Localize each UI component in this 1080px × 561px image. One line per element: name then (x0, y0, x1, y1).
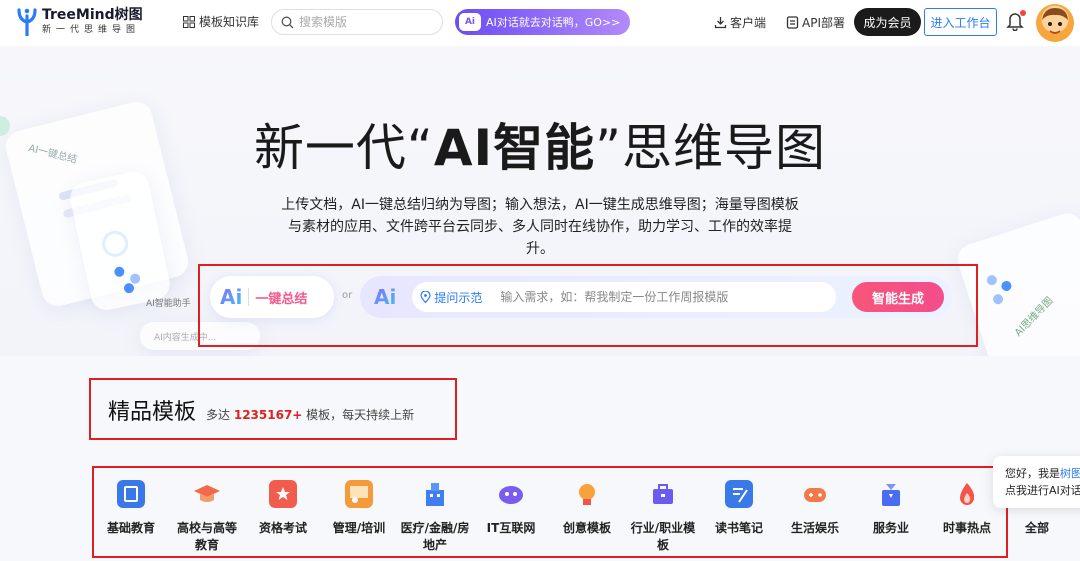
tree-logo-icon (17, 8, 37, 36)
hero-title: 新一代“AI智能”思维导图 (253, 119, 827, 177)
category-it-internet[interactable]: IT互联网 (474, 470, 548, 561)
premium-templates-title: 精品模板 (108, 400, 197, 425)
category-label: 读书笔记 (714, 521, 763, 535)
search-icon (281, 16, 294, 28)
premium-templates-heading: 精品模板 多达 1235167+ 模板，每天持续上新 (108, 394, 414, 426)
ai-chat-banner[interactable]: Ai AI对话就去对话鸭，GO>> (455, 9, 630, 35)
template-categories: 基础教育 高校与高等教育 资格考试 管理/培训 医疗/金融/房地产 IT互联网 (94, 470, 1074, 561)
briefcase-icon (649, 480, 677, 508)
category-management-training[interactable]: 管理/培训 (322, 470, 396, 561)
api-deploy-link[interactable]: API部署 (786, 14, 845, 31)
template-count: 1235167+ (233, 408, 303, 422)
top-header: TreeMind树图 新一代思维导图 模板知识库 Ai AI对话就去对话鸭，GO… (0, 0, 1080, 46)
gamepad-icon (801, 480, 829, 508)
client-download-label: 客户端 (730, 16, 767, 30)
ai-chat-banner-label: AI对话就去对话鸭，GO>> (486, 16, 621, 29)
become-member-button[interactable]: 成为会员 (854, 8, 921, 36)
category-lifestyle-entertainment[interactable]: 生活娱乐 (778, 470, 852, 561)
service-icon (877, 480, 905, 508)
avatar-face-icon (1042, 8, 1068, 34)
category-label: 行业/职业模板 (630, 521, 696, 552)
category-industry-career[interactable]: 行业/职业模板 (626, 470, 700, 561)
grid-icon (183, 15, 195, 28)
robot-icon (497, 480, 525, 508)
category-label: 创意模板 (562, 521, 611, 535)
nav-template-library[interactable]: 模板知识库 (183, 13, 259, 30)
category-label: 资格考试 (258, 521, 307, 535)
category-label: 高校与高等教育 (176, 521, 237, 552)
category-higher-education[interactable]: 高校与高等教育 (170, 470, 244, 561)
hero-description: 上传文档，AI一键总结归纳为导图；输入想法，AI一键生成思维导图；海量导图模板与… (281, 197, 799, 257)
category-label: 全部 (1024, 521, 1049, 535)
deco-assistant-label: AI智能助手 (146, 299, 191, 309)
ai-bot-icon: Ai (459, 13, 481, 31)
building-icon (421, 480, 449, 508)
category-creative-templates[interactable]: 创意模板 (550, 470, 624, 561)
lightbulb-icon (573, 480, 601, 508)
notification-dot (1020, 10, 1026, 16)
category-medical-finance-realestate[interactable]: 医疗/金融/房地产 (398, 470, 472, 561)
category-label: 服务业 (872, 521, 909, 535)
api-shield-icon (786, 16, 799, 29)
logo-slogan: 新一代思维导图 (42, 24, 141, 35)
book-icon (117, 480, 145, 508)
flame-icon (953, 480, 981, 508)
annotation-box-ai-bar (198, 264, 978, 347)
search-input[interactable] (299, 15, 429, 29)
category-label: 基础教育 (106, 521, 155, 535)
category-label: IT互联网 (486, 521, 536, 535)
search-box[interactable] (271, 9, 443, 35)
api-deploy-label: API部署 (802, 16, 845, 30)
download-icon (714, 17, 727, 29)
user-avatar[interactable] (1036, 4, 1074, 42)
category-qualification-exam[interactable]: 资格考试 (246, 470, 320, 561)
logo[interactable]: TreeMind树图 新一代思维导图 (16, 6, 143, 36)
category-reading-notes[interactable]: 读书笔记 (702, 470, 776, 561)
presentation-icon (345, 480, 373, 508)
category-label: 生活娱乐 (790, 521, 839, 535)
graduation-cap-icon (193, 480, 221, 508)
enter-workspace-button[interactable]: 进入工作台 (924, 8, 997, 36)
logo-name: TreeMind (42, 6, 115, 23)
category-label: 时事热点 (942, 521, 991, 535)
category-basic-education[interactable]: 基础教育 (94, 470, 168, 561)
certificate-icon (269, 480, 297, 508)
nav-template-library-label: 模板知识库 (199, 15, 260, 29)
deco-mindmap-label: AI思维导图 (1012, 295, 1056, 339)
premium-templates-subtitle: 多达 1235167+ 模板，每天持续上新 (206, 408, 415, 422)
client-download-link[interactable]: 客户端 (714, 14, 766, 31)
ai-chat-popup[interactable]: 您好，我是树图 点我进行AI对话 (993, 456, 1080, 508)
category-label: 医疗/金融/房地产 (400, 521, 470, 552)
category-label: 管理/培训 (332, 521, 386, 535)
logo-cn: 树图 (114, 6, 143, 23)
category-service-industry[interactable]: 服务业 (854, 470, 928, 561)
notebook-icon (725, 480, 753, 508)
